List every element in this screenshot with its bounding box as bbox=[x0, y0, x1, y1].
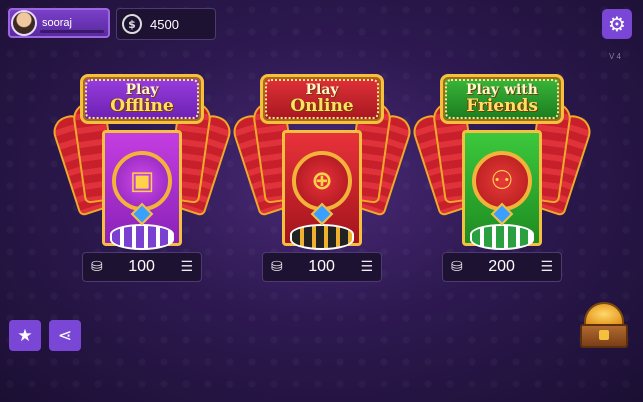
entry-fee-bar[interactable]: ⛁ 200 ☰ bbox=[442, 252, 562, 282]
mode-sign: Play with Friends bbox=[440, 74, 564, 124]
sign-line2: Friends bbox=[466, 95, 538, 116]
sign-line2: Online bbox=[290, 95, 354, 116]
chip-stack bbox=[290, 224, 354, 250]
entry-fee: 100 bbox=[308, 258, 335, 275]
username: sooraj bbox=[42, 17, 72, 29]
sign-line2: Offline bbox=[110, 95, 174, 116]
treasure-chest-button[interactable] bbox=[578, 302, 630, 350]
sliders-icon[interactable]: ☰ bbox=[540, 259, 553, 275]
rate-button[interactable]: ★ bbox=[9, 320, 41, 351]
coin-balance[interactable]: $ 4500 bbox=[116, 8, 216, 40]
coin-stack-icon: ⛁ bbox=[451, 259, 463, 275]
xp-bar bbox=[40, 30, 104, 33]
star-icon: ★ bbox=[17, 325, 33, 346]
sign-line1: Play bbox=[305, 81, 339, 98]
avatar[interactable] bbox=[11, 10, 37, 36]
share-icon: ⋖ bbox=[57, 325, 73, 346]
sliders-icon[interactable]: ☰ bbox=[360, 259, 373, 275]
mode-sign: Play Online bbox=[260, 74, 384, 124]
mode-card-offline[interactable]: Play Offline ▣ ⛁ 100 ☰ bbox=[49, 74, 235, 289]
mode-sign: Play Offline bbox=[80, 74, 204, 124]
entry-fee: 200 bbox=[488, 258, 515, 275]
coin-icon: $ bbox=[122, 14, 142, 34]
sign-line1: Play bbox=[125, 81, 159, 98]
mode-card-friends[interactable]: Play with Friends ⚇ ⛁ 200 ☰ bbox=[409, 74, 595, 289]
sliders-icon[interactable]: ☰ bbox=[180, 259, 193, 275]
coin-value: 4500 bbox=[150, 16, 179, 32]
chip-stack bbox=[110, 224, 174, 250]
coin-stack-icon: ⛁ bbox=[91, 259, 103, 275]
share-button[interactable]: ⋖ bbox=[49, 320, 81, 351]
chest-lock bbox=[599, 330, 609, 340]
gear-icon: ⚙ bbox=[608, 12, 626, 36]
coin-stack-icon: ⛁ bbox=[271, 259, 283, 275]
settings-button[interactable]: ⚙ bbox=[602, 9, 632, 39]
sign-line1: Play with bbox=[466, 81, 538, 98]
chip-stack bbox=[470, 224, 534, 250]
entry-fee-bar[interactable]: ⛁ 100 ☰ bbox=[82, 252, 202, 282]
user-profile-chip[interactable]: sooraj bbox=[8, 8, 110, 38]
treasure-chest-icon bbox=[584, 302, 624, 326]
entry-fee: 100 bbox=[128, 258, 155, 275]
entry-fee-bar[interactable]: ⛁ 100 ☰ bbox=[262, 252, 382, 282]
version-label: V 4 bbox=[609, 52, 622, 61]
mode-card-online[interactable]: Play Online ⊕ ⛁ 100 ☰ bbox=[229, 74, 415, 289]
